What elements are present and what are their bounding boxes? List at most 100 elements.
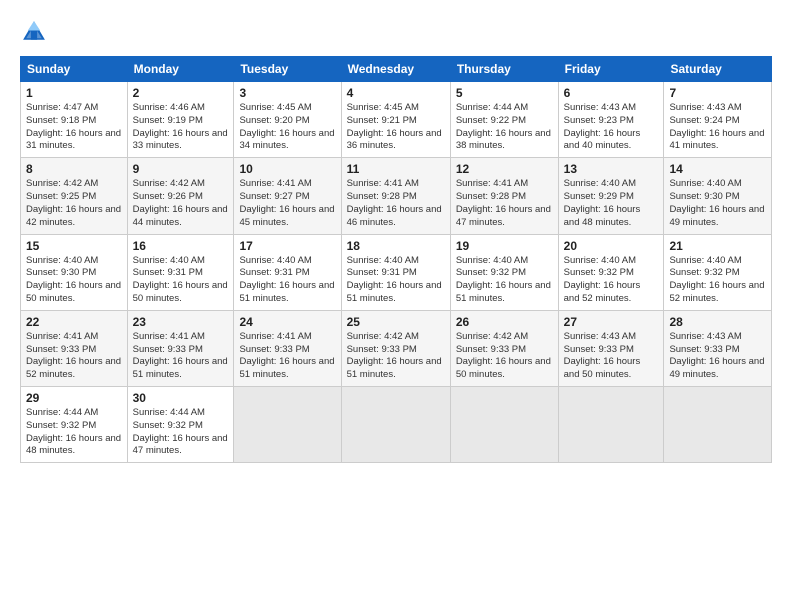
day-info: Sunrise: 4:40 AMSunset: 9:29 PMDaylight:… — [564, 178, 659, 229]
calendar-cell — [341, 387, 450, 463]
day-number: 24 — [239, 315, 335, 329]
logo-icon — [20, 18, 48, 46]
calendar-cell: 28 Sunrise: 4:43 AMSunset: 9:33 PMDayligh… — [664, 310, 772, 386]
calendar-cell — [234, 387, 341, 463]
day-info: Sunrise: 4:47 AMSunset: 9:18 PMDaylight:… — [26, 102, 122, 153]
day-number: 5 — [456, 86, 553, 100]
day-info: Sunrise: 4:42 AMSunset: 9:33 PMDaylight:… — [347, 331, 445, 382]
day-info: Sunrise: 4:41 AMSunset: 9:33 PMDaylight:… — [239, 331, 335, 382]
day-number: 3 — [239, 86, 335, 100]
calendar-cell: 9Sunrise: 4:42 AMSunset: 9:26 PMDaylight… — [127, 158, 234, 234]
day-number: 30 — [133, 391, 229, 405]
calendar-cell: 17 Sunrise: 4:40 AMSunset: 9:31 PMDayligh… — [234, 234, 341, 310]
day-number: 17 — [239, 239, 335, 253]
day-info: Sunrise: 4:43 AMSunset: 9:23 PMDaylight:… — [564, 102, 659, 153]
calendar-cell: 25 Sunrise: 4:42 AMSunset: 9:33 PMDayligh… — [341, 310, 450, 386]
day-number: 16 — [133, 239, 229, 253]
day-info: Sunrise: 4:40 AMSunset: 9:31 PMDaylight:… — [133, 255, 229, 306]
day-header-tuesday: Tuesday — [234, 57, 341, 82]
day-info: Sunrise: 4:43 AMSunset: 9:33 PMDaylight:… — [564, 331, 659, 382]
day-number: 15 — [26, 239, 122, 253]
day-info: Sunrise: 4:44 AMSunset: 9:32 PMDaylight:… — [26, 407, 122, 458]
calendar-cell: 4 Sunrise: 4:45 AMSunset: 9:21 PMDaylight… — [341, 82, 450, 158]
day-info: Sunrise: 4:40 AMSunset: 9:30 PMDaylight:… — [669, 178, 766, 229]
calendar-cell: 21 Sunrise: 4:40 AMSunset: 9:32 PMDayligh… — [664, 234, 772, 310]
day-number: 23 — [133, 315, 229, 329]
calendar-header-row: SundayMondayTuesdayWednesdayThursdayFrid… — [21, 57, 772, 82]
calendar-cell: 1 Sunrise: 4:47 AMSunset: 9:18 PMDaylight… — [21, 82, 128, 158]
calendar-week-5: 29 Sunrise: 4:44 AMSunset: 9:32 PMDayligh… — [21, 387, 772, 463]
calendar-cell: 18 Sunrise: 4:40 AMSunset: 9:31 PMDayligh… — [341, 234, 450, 310]
calendar-cell: 22 Sunrise: 4:41 AMSunset: 9:33 PMDayligh… — [21, 310, 128, 386]
day-info: Sunrise: 4:42 AMSunset: 9:26 PMDaylight:… — [133, 178, 229, 229]
calendar-week-2: 8 Sunrise: 4:42 AMSunset: 9:25 PMDaylight… — [21, 158, 772, 234]
header — [20, 18, 772, 46]
calendar-cell: 23 Sunrise: 4:41 AMSunset: 9:33 PMDayligh… — [127, 310, 234, 386]
day-number: 8 — [26, 162, 122, 176]
calendar-cell: 29 Sunrise: 4:44 AMSunset: 9:32 PMDayligh… — [21, 387, 128, 463]
calendar-cell: 10 Sunrise: 4:41 AMSunset: 9:27 PMDayligh… — [234, 158, 341, 234]
day-number: 18 — [347, 239, 445, 253]
calendar-week-1: 1 Sunrise: 4:47 AMSunset: 9:18 PMDaylight… — [21, 82, 772, 158]
day-info: Sunrise: 4:43 AMSunset: 9:33 PMDaylight:… — [669, 331, 766, 382]
day-info: Sunrise: 4:41 AMSunset: 9:28 PMDaylight:… — [347, 178, 445, 229]
calendar-cell: 15 Sunrise: 4:40 AMSunset: 9:30 PMDayligh… — [21, 234, 128, 310]
day-number: 2 — [133, 86, 229, 100]
day-number: 1 — [26, 86, 122, 100]
calendar-week-4: 22 Sunrise: 4:41 AMSunset: 9:33 PMDayligh… — [21, 310, 772, 386]
calendar-cell: 14 Sunrise: 4:40 AMSunset: 9:30 PMDayligh… — [664, 158, 772, 234]
calendar-cell: 26Sunrise: 4:42 AMSunset: 9:33 PMDayligh… — [450, 310, 558, 386]
logo — [20, 18, 52, 46]
day-info: Sunrise: 4:41 AMSunset: 9:33 PMDaylight:… — [26, 331, 122, 382]
calendar-cell — [664, 387, 772, 463]
calendar-cell: 5 Sunrise: 4:44 AMSunset: 9:22 PMDaylight… — [450, 82, 558, 158]
day-number: 11 — [347, 162, 445, 176]
day-info: Sunrise: 4:41 AMSunset: 9:27 PMDaylight:… — [239, 178, 335, 229]
day-number: 25 — [347, 315, 445, 329]
day-number: 27 — [564, 315, 659, 329]
day-info: Sunrise: 4:40 AMSunset: 9:31 PMDaylight:… — [347, 255, 445, 306]
day-info: Sunrise: 4:44 AMSunset: 9:22 PMDaylight:… — [456, 102, 553, 153]
day-header-monday: Monday — [127, 57, 234, 82]
day-info: Sunrise: 4:40 AMSunset: 9:30 PMDaylight:… — [26, 255, 122, 306]
day-info: Sunrise: 4:40 AMSunset: 9:32 PMDaylight:… — [456, 255, 553, 306]
calendar-cell: 30 Sunrise: 4:44 AMSunset: 9:32 PMDayligh… — [127, 387, 234, 463]
day-header-sunday: Sunday — [21, 57, 128, 82]
day-info: Sunrise: 4:40 AMSunset: 9:31 PMDaylight:… — [239, 255, 335, 306]
day-info: Sunrise: 4:40 AMSunset: 9:32 PMDaylight:… — [564, 255, 659, 306]
calendar-cell — [558, 387, 664, 463]
day-number: 28 — [669, 315, 766, 329]
day-header-thursday: Thursday — [450, 57, 558, 82]
calendar-cell: 11 Sunrise: 4:41 AMSunset: 9:28 PMDayligh… — [341, 158, 450, 234]
calendar-cell: 20 Sunrise: 4:40 AMSunset: 9:32 PMDayligh… — [558, 234, 664, 310]
day-number: 4 — [347, 86, 445, 100]
day-number: 7 — [669, 86, 766, 100]
day-info: Sunrise: 4:40 AMSunset: 9:32 PMDaylight:… — [669, 255, 766, 306]
day-number: 22 — [26, 315, 122, 329]
calendar-cell: 3Sunrise: 4:45 AMSunset: 9:20 PMDaylight… — [234, 82, 341, 158]
calendar-table: SundayMondayTuesdayWednesdayThursdayFrid… — [20, 56, 772, 463]
day-number: 20 — [564, 239, 659, 253]
day-info: Sunrise: 4:46 AMSunset: 9:19 PMDaylight:… — [133, 102, 229, 153]
calendar-cell: 16 Sunrise: 4:40 AMSunset: 9:31 PMDayligh… — [127, 234, 234, 310]
day-info: Sunrise: 4:42 AMSunset: 9:33 PMDaylight:… — [456, 331, 553, 382]
day-info: Sunrise: 4:44 AMSunset: 9:32 PMDaylight:… — [133, 407, 229, 458]
calendar-cell: 24 Sunrise: 4:41 AMSunset: 9:33 PMDayligh… — [234, 310, 341, 386]
day-number: 6 — [564, 86, 659, 100]
day-info: Sunrise: 4:43 AMSunset: 9:24 PMDaylight:… — [669, 102, 766, 153]
calendar-cell: 8 Sunrise: 4:42 AMSunset: 9:25 PMDaylight… — [21, 158, 128, 234]
day-number: 19 — [456, 239, 553, 253]
calendar-cell: 19 Sunrise: 4:40 AMSunset: 9:32 PMDayligh… — [450, 234, 558, 310]
day-header-wednesday: Wednesday — [341, 57, 450, 82]
day-info: Sunrise: 4:42 AMSunset: 9:25 PMDaylight:… — [26, 178, 122, 229]
day-number: 12 — [456, 162, 553, 176]
day-info: Sunrise: 4:45 AMSunset: 9:21 PMDaylight:… — [347, 102, 445, 153]
calendar-cell: 6 Sunrise: 4:43 AMSunset: 9:23 PMDaylight… — [558, 82, 664, 158]
day-info: Sunrise: 4:41 AMSunset: 9:33 PMDaylight:… — [133, 331, 229, 382]
day-number: 10 — [239, 162, 335, 176]
calendar-cell — [450, 387, 558, 463]
day-number: 14 — [669, 162, 766, 176]
day-number: 29 — [26, 391, 122, 405]
calendar-cell: 7 Sunrise: 4:43 AMSunset: 9:24 PMDaylight… — [664, 82, 772, 158]
day-number: 21 — [669, 239, 766, 253]
